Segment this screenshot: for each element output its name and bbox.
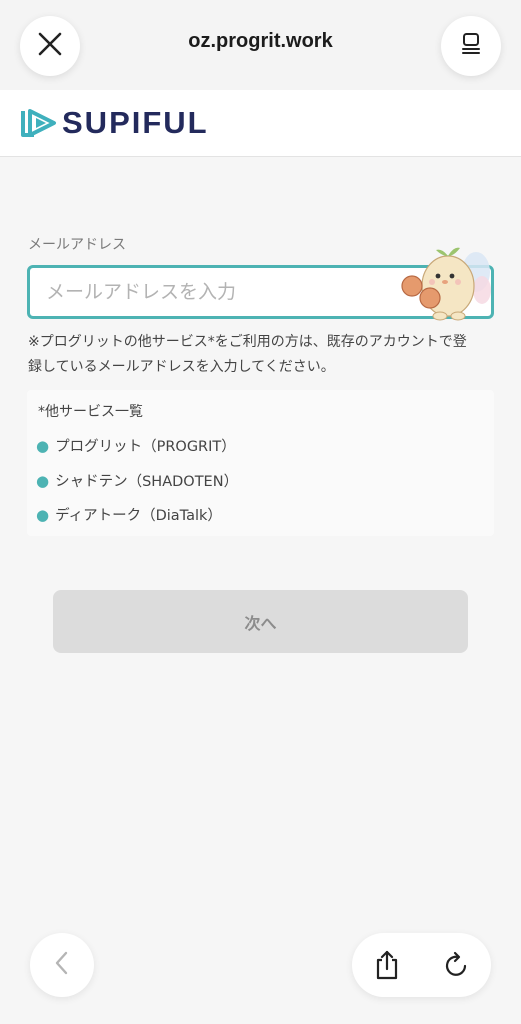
email-label: メールアドレス (28, 237, 126, 253)
share-icon[interactable] (372, 949, 402, 985)
service-list-title: *他サービス一覧 (38, 404, 143, 420)
logo-text[interactable]: SUPIFUL (62, 105, 209, 141)
close-icon (37, 31, 63, 61)
back-button[interactable] (30, 933, 94, 997)
next-button[interactable]: 次へ (53, 590, 468, 653)
browser-actions-pill (352, 933, 491, 997)
list-item: ● シャドテン（SHADOTEN） (36, 470, 238, 491)
page: oz.progrit.work SUPIFUL メールアドレス メールアドレスを… (0, 0, 521, 1024)
service-label: シャドテン（SHADOTEN） (55, 474, 239, 490)
list-item: ● プログリット（PROGRIT） (36, 435, 236, 456)
note-line-2: 録しているメールアドレスを入力してください。 (28, 359, 335, 375)
list-item: ● ディアトーク（DiaTalk） (36, 504, 222, 525)
email-input[interactable] (30, 268, 406, 316)
site-header: SUPIFUL (0, 90, 521, 157)
service-label: プログリット（PROGRIT） (55, 439, 236, 455)
bullet-icon: ● (36, 472, 50, 490)
service-label: ディアトーク（DiaTalk） (55, 508, 222, 524)
service-list-box: *他サービス一覧 ● プログリット（PROGRIT） ● シャドテン（SHADOTE… (27, 390, 494, 536)
url-text[interactable]: oz.progrit.work (110, 30, 411, 53)
mascot-illustration (398, 242, 494, 326)
supiful-logo-icon (20, 107, 58, 143)
bullet-icon: ● (36, 506, 50, 524)
existing-account-note: ※プログリットの他サービス*をご利用の方は、既存のアカウントで登 録しているメー… (28, 330, 498, 380)
chevron-left-icon (51, 950, 73, 980)
bullet-icon: ● (36, 437, 50, 455)
reload-icon[interactable] (442, 949, 472, 985)
tabs-icon (458, 31, 484, 61)
tabs-button[interactable] (441, 16, 501, 76)
browser-top-bar: oz.progrit.work (0, 0, 521, 90)
note-line-1: ※プログリットの他サービス*をご利用の方は、既存のアカウントで登 (28, 334, 467, 350)
close-button[interactable] (20, 16, 80, 76)
